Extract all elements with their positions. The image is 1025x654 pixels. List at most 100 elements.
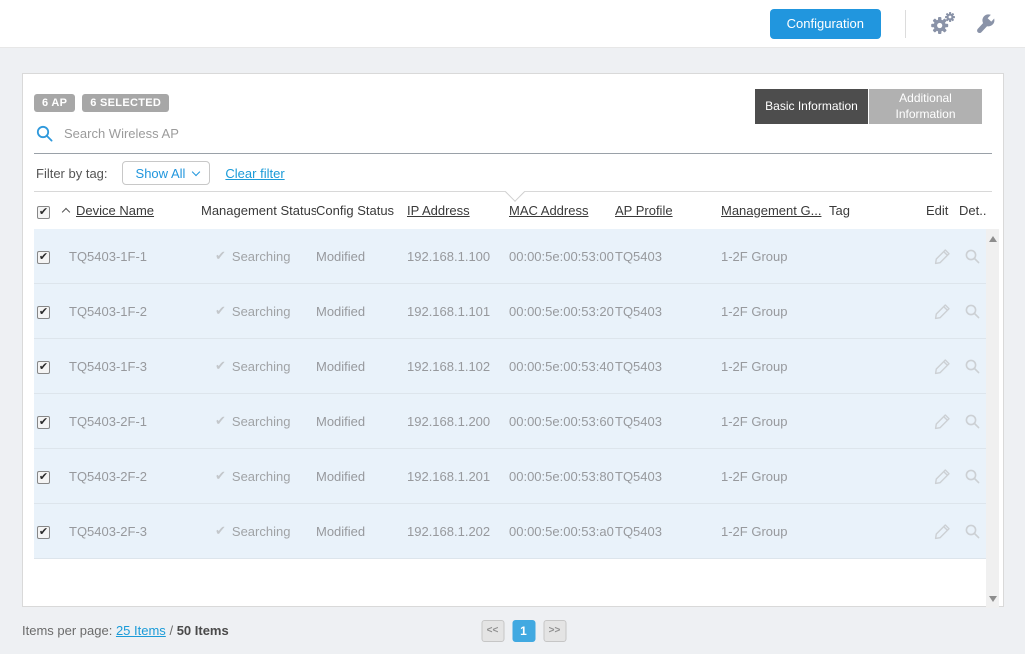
device-name-cell: TQ5403-2F-2 bbox=[61, 469, 201, 484]
column-header-device-name[interactable]: Device Name bbox=[61, 203, 201, 218]
column-header-management-status: Management Status bbox=[201, 203, 316, 218]
pencil-icon bbox=[934, 248, 951, 265]
check-icon: ✔ bbox=[215, 523, 226, 539]
triangle-down-icon bbox=[989, 596, 997, 602]
selected-count-badge: 6 SELECTED bbox=[82, 94, 169, 112]
tab-basic-information[interactable]: Basic Information bbox=[755, 89, 868, 124]
edit-button[interactable] bbox=[926, 468, 959, 485]
filter-bar: Filter by tag: Show All Clear filter bbox=[34, 154, 992, 192]
magnifier-icon bbox=[965, 524, 980, 539]
items-separator: / bbox=[169, 623, 173, 638]
management-status-cell: ✔ Searching bbox=[201, 248, 316, 264]
tag-filter-value: Show All bbox=[136, 166, 186, 181]
column-header-ap-profile[interactable]: AP Profile bbox=[615, 203, 721, 218]
pencil-icon bbox=[934, 303, 951, 320]
scroll-down-button[interactable] bbox=[986, 591, 999, 606]
tag-filter-dropdown[interactable]: Show All bbox=[122, 161, 211, 185]
management-group-cell: 1-2F Group bbox=[721, 414, 829, 429]
filter-by-tag-label: Filter by tag: bbox=[36, 166, 108, 181]
items-per-page: Items per page: 25 Items / 50 Items bbox=[22, 623, 229, 638]
mac-address-cell: 00:00:5e:00:53:60 bbox=[509, 414, 615, 429]
total-items-label: 50 Items bbox=[177, 623, 229, 638]
current-page-button[interactable]: 1 bbox=[512, 620, 535, 642]
check-icon: ✔ bbox=[215, 413, 226, 429]
column-header-config-status: Config Status bbox=[316, 203, 407, 218]
wireless-ap-panel: 6 AP 6 SELECTED Basic Information Additi… bbox=[22, 73, 1004, 607]
wrench-icon[interactable] bbox=[972, 11, 998, 37]
config-status-cell: Modified bbox=[316, 414, 407, 429]
details-button[interactable] bbox=[959, 414, 986, 429]
ip-address-cell: 192.168.1.100 bbox=[407, 249, 509, 264]
details-button[interactable] bbox=[959, 469, 986, 484]
column-header-details: Det... bbox=[959, 203, 986, 218]
management-status-cell: ✔ Searching bbox=[201, 358, 316, 374]
edit-button[interactable] bbox=[926, 303, 959, 320]
row-checkbox[interactable]: ✔ bbox=[37, 526, 50, 539]
page-size-link[interactable]: 25 Items bbox=[116, 623, 166, 638]
tab-additional-information[interactable]: Additional Information bbox=[869, 89, 982, 124]
page-content: 6 AP 6 SELECTED Basic Information Additi… bbox=[0, 48, 1025, 654]
magnifier-icon bbox=[965, 249, 980, 264]
row-checkbox[interactable]: ✔ bbox=[37, 416, 50, 429]
ip-address-cell: 192.168.1.102 bbox=[407, 359, 509, 374]
ap-profile-cell: TQ5403 bbox=[615, 469, 721, 484]
table-row: ✔ TQ5403-1F-1 ✔ Searching Modified 192.1… bbox=[34, 229, 986, 284]
ip-address-cell: 192.168.1.202 bbox=[407, 524, 509, 539]
column-header-mac-address[interactable]: MAC Address bbox=[509, 203, 615, 218]
table-row: ✔ TQ5403-1F-3 ✔ Searching Modified 192.1… bbox=[34, 339, 986, 394]
config-status-cell: Modified bbox=[316, 359, 407, 374]
ap-count-badge: 6 AP bbox=[34, 94, 75, 112]
ip-address-cell: 192.168.1.101 bbox=[407, 304, 509, 319]
details-button[interactable] bbox=[959, 304, 986, 319]
details-button[interactable] bbox=[959, 249, 986, 264]
edit-button[interactable] bbox=[926, 413, 959, 430]
triangle-up-icon bbox=[989, 236, 997, 242]
details-button[interactable] bbox=[959, 524, 986, 539]
pagination-bar: Items per page: 25 Items / 50 Items << 1… bbox=[22, 607, 1025, 654]
check-icon: ✔ bbox=[215, 303, 226, 319]
pencil-icon bbox=[934, 358, 951, 375]
mac-address-cell: 00:00:5e:00:53:40 bbox=[509, 359, 615, 374]
column-header-management-group[interactable]: Management G... bbox=[721, 203, 829, 218]
management-status-cell: ✔ Searching bbox=[201, 413, 316, 429]
configuration-button[interactable]: Configuration bbox=[770, 9, 881, 39]
check-icon: ✔ bbox=[215, 468, 226, 484]
settings-gears-icon[interactable] bbox=[930, 11, 956, 37]
management-status-cell: ✔ Searching bbox=[201, 303, 316, 319]
table-body: ✔ TQ5403-1F-1 ✔ Searching Modified 192.1… bbox=[34, 229, 999, 608]
config-status-cell: Modified bbox=[316, 524, 407, 539]
sort-ascending-icon bbox=[62, 207, 70, 215]
previous-page-button[interactable]: << bbox=[481, 620, 504, 642]
details-button[interactable] bbox=[959, 359, 986, 374]
table-row: ✔ TQ5403-2F-1 ✔ Searching Modified 192.1… bbox=[34, 394, 986, 449]
scroll-up-button[interactable] bbox=[986, 231, 999, 246]
pencil-icon bbox=[934, 468, 951, 485]
row-checkbox[interactable]: ✔ bbox=[37, 361, 50, 374]
mac-address-cell: 00:00:5e:00:53:a0 bbox=[509, 524, 615, 539]
mac-address-cell: 00:00:5e:00:53:20 bbox=[509, 304, 615, 319]
table-row: ✔ TQ5403-2F-3 ✔ Searching Modified 192.1… bbox=[34, 504, 986, 559]
management-group-cell: 1-2F Group bbox=[721, 469, 829, 484]
check-icon: ✔ bbox=[215, 358, 226, 374]
vertical-scrollbar[interactable] bbox=[986, 229, 999, 608]
select-all-checkbox[interactable]: ✔ bbox=[37, 206, 50, 219]
column-header-edit: Edit bbox=[926, 203, 959, 218]
next-page-button[interactable]: >> bbox=[543, 620, 566, 642]
row-checkbox[interactable]: ✔ bbox=[37, 306, 50, 319]
management-group-cell: 1-2F Group bbox=[721, 249, 829, 264]
config-status-cell: Modified bbox=[316, 249, 407, 264]
edit-button[interactable] bbox=[926, 248, 959, 265]
edit-button[interactable] bbox=[926, 358, 959, 375]
device-name-cell: TQ5403-2F-3 bbox=[61, 524, 201, 539]
ap-profile-cell: TQ5403 bbox=[615, 414, 721, 429]
chevron-down-icon bbox=[192, 167, 200, 175]
edit-button[interactable] bbox=[926, 523, 959, 540]
magnifier-icon bbox=[965, 304, 980, 319]
row-checkbox[interactable]: ✔ bbox=[37, 251, 50, 264]
row-checkbox[interactable]: ✔ bbox=[37, 471, 50, 484]
search-input[interactable] bbox=[64, 126, 990, 141]
clear-filter-link[interactable]: Clear filter bbox=[225, 166, 284, 181]
column-header-ip-address[interactable]: IP Address bbox=[407, 203, 509, 218]
table-body-rows: ✔ TQ5403-1F-1 ✔ Searching Modified 192.1… bbox=[34, 229, 986, 559]
pager: << 1 >> bbox=[481, 620, 566, 642]
